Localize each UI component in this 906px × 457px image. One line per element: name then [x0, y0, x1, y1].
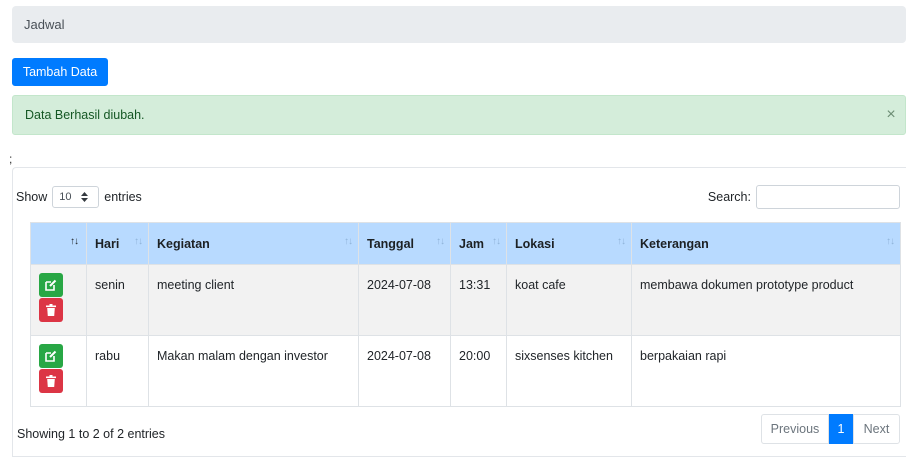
search-control: Search: — [708, 185, 900, 209]
schedule-table: ↑↓ Hari ↑↓ Kegiatan ↑↓ Tanggal ↑↓ Jam ↑↓ Lok… — [30, 222, 901, 407]
cell-tanggal: 2024-07-08 — [358, 264, 451, 336]
sort-icon: ↑↓ — [492, 236, 501, 247]
sort-icon: ↑↓ — [617, 236, 626, 247]
cell-hari: senin — [86, 264, 149, 336]
entries-label: entries — [104, 190, 142, 204]
search-input[interactable] — [756, 185, 900, 209]
breadcrumb: Jadwal — [12, 6, 906, 43]
cell-keterangan: membawa dokumen prototype product — [631, 264, 901, 336]
cell-kegiatan: meeting client — [148, 264, 359, 336]
add-data-button[interactable]: Tambah Data — [12, 58, 108, 86]
alert-message: Data Berhasil diubah. — [25, 108, 145, 122]
table-row: rabu Makan malam dengan investor 2024-07… — [30, 335, 901, 407]
column-header-hari[interactable]: Hari ↑↓ — [86, 222, 149, 265]
table-row: senin meeting client 2024-07-08 13:31 ko… — [30, 264, 901, 336]
sort-icon: ↑↓ — [70, 236, 79, 247]
next-page-button[interactable]: Next — [853, 414, 900, 444]
stray-text: ; — [9, 152, 13, 166]
cell-hari: rabu — [86, 335, 149, 407]
edit-icon — [45, 350, 57, 362]
trash-icon — [46, 304, 56, 316]
delete-button[interactable] — [39, 298, 63, 322]
table-header-row: ↑↓ Hari ↑↓ Kegiatan ↑↓ Tanggal ↑↓ Jam ↑↓ Lok… — [30, 222, 901, 265]
edit-icon — [45, 279, 57, 291]
sort-icon: ↑↓ — [344, 236, 353, 247]
success-alert: Data Berhasil diubah. × — [12, 95, 906, 135]
page-length-control: Show 10 entries — [16, 186, 142, 208]
page-1-button[interactable]: 1 — [829, 414, 853, 444]
edit-button[interactable] — [39, 344, 63, 368]
sort-icon: ↑↓ — [886, 236, 895, 247]
column-header-actions[interactable]: ↑↓ — [30, 222, 87, 265]
cell-jam: 20:00 — [450, 335, 507, 407]
cell-keterangan: berpakaian rapi — [631, 335, 901, 407]
close-icon[interactable]: × — [881, 105, 901, 125]
page-length-select[interactable]: 10 — [52, 186, 100, 208]
trash-icon — [46, 375, 56, 387]
column-header-lokasi[interactable]: Lokasi ↑↓ — [506, 222, 632, 265]
column-header-kegiatan[interactable]: Kegiatan ↑↓ — [148, 222, 359, 265]
sort-arrows-icon — [80, 192, 88, 202]
table-info: Showing 1 to 2 of 2 entries — [17, 427, 166, 441]
sort-icon: ↑↓ — [134, 236, 143, 247]
cell-lokasi: koat cafe — [506, 264, 632, 336]
previous-page-button[interactable]: Previous — [761, 414, 829, 444]
breadcrumb-label: Jadwal — [24, 17, 65, 32]
pagination: Previous 1 Next — [761, 414, 900, 444]
row-actions — [30, 264, 87, 336]
cell-kegiatan: Makan malam dengan investor — [148, 335, 359, 407]
edit-button[interactable] — [39, 273, 63, 297]
page-length-value: 10 — [59, 191, 72, 203]
cell-jam: 13:31 — [450, 264, 507, 336]
column-header-jam[interactable]: Jam ↑↓ — [450, 222, 507, 265]
cell-tanggal: 2024-07-08 — [358, 335, 451, 407]
sort-icon: ↑↓ — [436, 236, 445, 247]
row-actions — [30, 335, 87, 407]
search-label: Search: — [707, 190, 751, 204]
column-header-tanggal[interactable]: Tanggal ↑↓ — [358, 222, 451, 265]
delete-button[interactable] — [39, 369, 63, 393]
column-header-keterangan[interactable]: Keterangan ↑↓ — [631, 222, 901, 265]
cell-lokasi: sixsenses kitchen — [506, 335, 632, 407]
show-label: Show — [16, 190, 48, 204]
